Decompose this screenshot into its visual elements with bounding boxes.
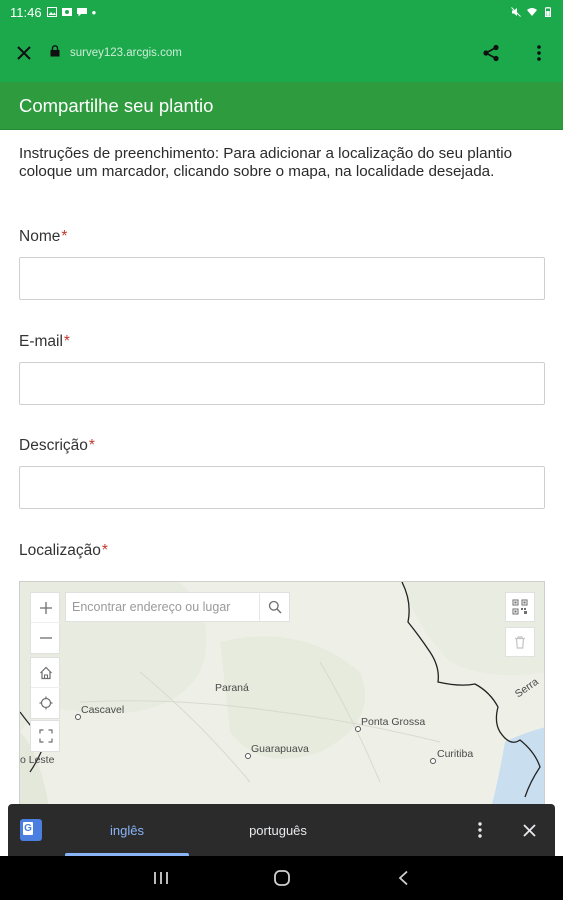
status-dot: • (91, 4, 97, 20)
recent-apps-icon[interactable] (141, 858, 181, 898)
field-label-descricao: Descrição* (19, 437, 95, 454)
back-icon[interactable] (383, 858, 423, 898)
system-navigation-bar (0, 856, 563, 900)
map-search-input[interactable]: Encontrar endereço ou lugar (66, 600, 259, 614)
descricao-input[interactable] (19, 466, 545, 509)
required-marker: * (88, 437, 95, 454)
zoom-out-icon[interactable] (31, 623, 61, 653)
home-button-icon[interactable] (262, 858, 302, 898)
field-label-localizacao: Localização* (19, 542, 108, 559)
map-label-leste: o Leste (20, 754, 55, 766)
map-nav-tools (30, 657, 61, 719)
close-icon[interactable] (516, 817, 542, 843)
chat-icon (76, 7, 87, 17)
share-icon[interactable] (467, 29, 515, 77)
form-title: Compartilhe seu plantio (0, 82, 563, 130)
zoom-in-icon[interactable] (31, 593, 61, 623)
required-marker: * (61, 228, 68, 245)
status-bar: 11:46 • (0, 0, 563, 24)
required-marker: * (63, 333, 70, 350)
locate-icon[interactable] (31, 688, 61, 718)
email-input[interactable] (19, 362, 545, 405)
map-search-box: Encontrar endereço ou lugar (65, 592, 290, 622)
status-time: 11:46 (10, 4, 42, 20)
search-icon[interactable] (259, 592, 289, 622)
map-label-curitiba: Curitiba (437, 748, 474, 760)
google-translate-icon: G (20, 819, 42, 841)
lock-icon (50, 44, 60, 62)
field-label-email: E-mail* (19, 333, 70, 350)
form-instructions: Instruções de preenchimento: Para adicio… (19, 145, 513, 180)
home-icon[interactable] (31, 658, 61, 688)
more-vert-icon[interactable] (515, 29, 563, 77)
qr-code-icon[interactable] (505, 592, 535, 622)
map-extra-tools (30, 720, 60, 752)
trash-icon[interactable] (505, 627, 535, 657)
photos-icon (61, 7, 72, 17)
image-icon (46, 7, 57, 17)
fullscreen-icon[interactable] (31, 721, 61, 751)
more-vert-icon[interactable] (468, 817, 492, 843)
required-marker: * (101, 542, 108, 559)
map-label-parana: Paraná (215, 682, 249, 694)
translate-bar: G inglês português (8, 804, 555, 856)
city-marker (430, 758, 436, 764)
location-map[interactable]: Paraná Cascavel Ponta Grossa Guarapuava … (19, 581, 545, 811)
map-label-cascavel: Cascavel (81, 704, 125, 716)
zoom-controls (30, 592, 61, 654)
map-label-ponta-grossa: Ponta Grossa (361, 716, 426, 728)
wifi-icon (527, 7, 537, 17)
tab-language-english[interactable]: inglês (65, 804, 189, 856)
browser-toolbar: survey123.arcgis.com (0, 24, 563, 82)
nome-input[interactable] (19, 257, 545, 300)
tab-language-portuguese[interactable]: português (218, 804, 338, 856)
url-text: survey123.arcgis.com (70, 47, 182, 59)
address-bar[interactable]: survey123.arcgis.com (48, 44, 467, 62)
field-label-nome: Nome* (19, 228, 68, 245)
close-icon[interactable] (0, 29, 48, 77)
battery-icon (543, 7, 553, 17)
mute-icon (511, 7, 521, 17)
map-label-guarapuava: Guarapuava (251, 743, 309, 755)
